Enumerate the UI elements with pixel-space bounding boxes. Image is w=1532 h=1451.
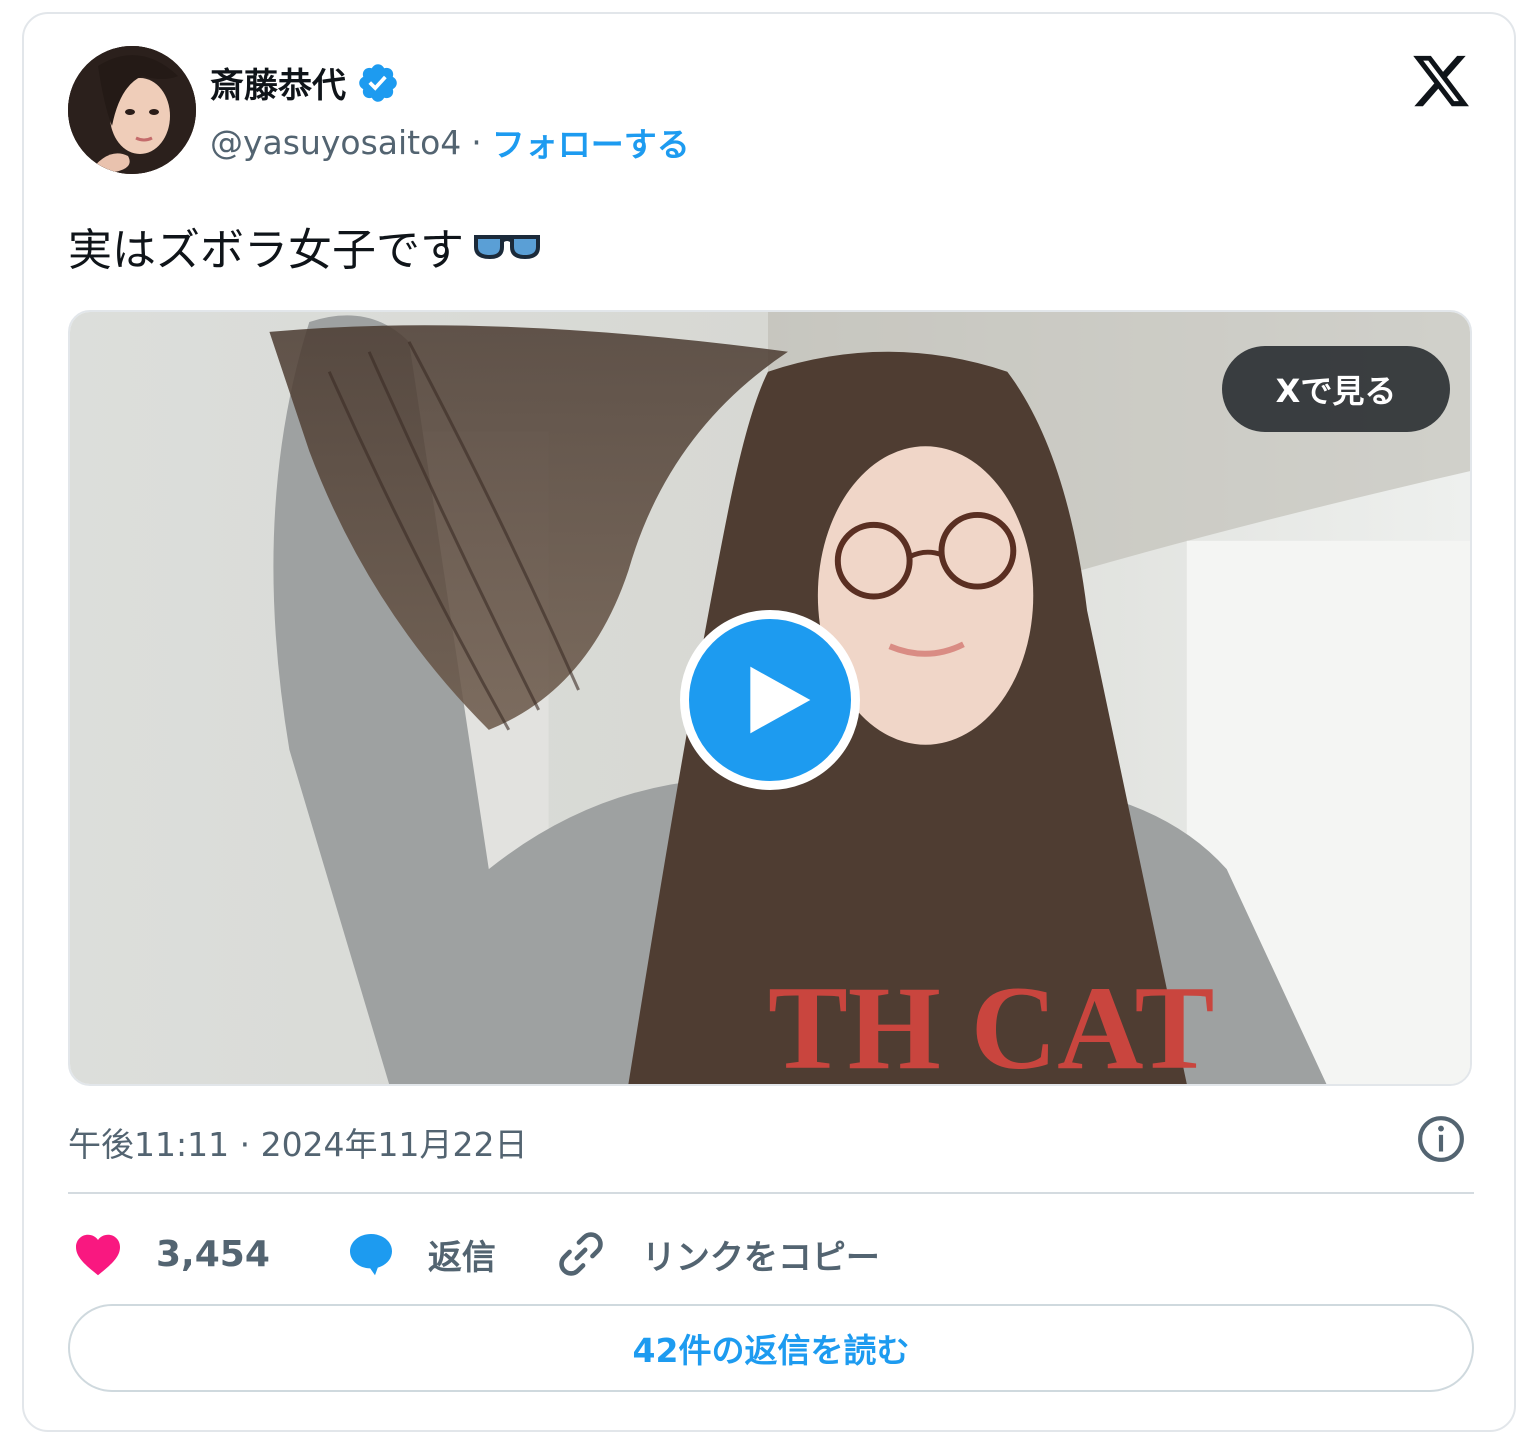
read-replies-button[interactable]: 42件の返信を読む <box>68 1304 1474 1392</box>
copy-link-label: リンクをコピー <box>641 1237 880 1278</box>
heart-icon <box>76 1234 120 1276</box>
action-bar: 3,454 返信 リンクをコピー <box>74 1224 880 1284</box>
avatar[interactable] <box>68 46 196 174</box>
author-handle-row: @yasuyosaito4 · フォローする <box>210 118 690 166</box>
follow-button[interactable]: フォローする <box>492 118 690 166</box>
avatar-photo <box>68 46 196 174</box>
verified-badge-icon <box>359 63 397 102</box>
separator-dot: · <box>471 122 482 162</box>
link-icon <box>559 1232 603 1276</box>
tweet-embed-card: 斎藤恭代 @yasuyosaito4 · フォローする 実はズボラ女子です TH… <box>22 12 1516 1432</box>
tweet-text-row: 実はズボラ女子です <box>68 214 542 278</box>
speech-bubble-icon <box>349 1234 392 1276</box>
reply-label: 返信 <box>427 1237 496 1278</box>
copy-link-button[interactable]: リンクをコピー <box>556 1229 880 1279</box>
divider <box>68 1192 1474 1194</box>
tweet-timestamp[interactable]: 午後11:11 · 2024年11月22日 <box>68 1118 528 1166</box>
reply-button[interactable]: 返信 <box>346 1230 496 1279</box>
info-icon[interactable] <box>1416 1114 1466 1164</box>
like-count: 3,454 <box>156 1233 270 1275</box>
video-media[interactable]: TH CAT Xで見る <box>68 310 1472 1086</box>
author-name-row: 斎藤恭代 <box>210 58 400 107</box>
x-logo-icon[interactable] <box>1408 50 1474 112</box>
shirt-print-text: TH CAT <box>768 962 1214 1084</box>
glasses-emoji-icon <box>474 235 540 260</box>
view-on-x-button[interactable]: Xで見る <box>1222 346 1450 432</box>
like-button[interactable]: 3,454 <box>74 1232 270 1276</box>
play-button[interactable] <box>680 610 860 790</box>
author-display-name[interactable]: 斎藤恭代 <box>210 58 346 107</box>
tweet-text: 実はズボラ女子です <box>68 225 464 276</box>
play-icon <box>750 666 811 734</box>
author-handle[interactable]: @yasuyosaito4 <box>210 123 461 162</box>
